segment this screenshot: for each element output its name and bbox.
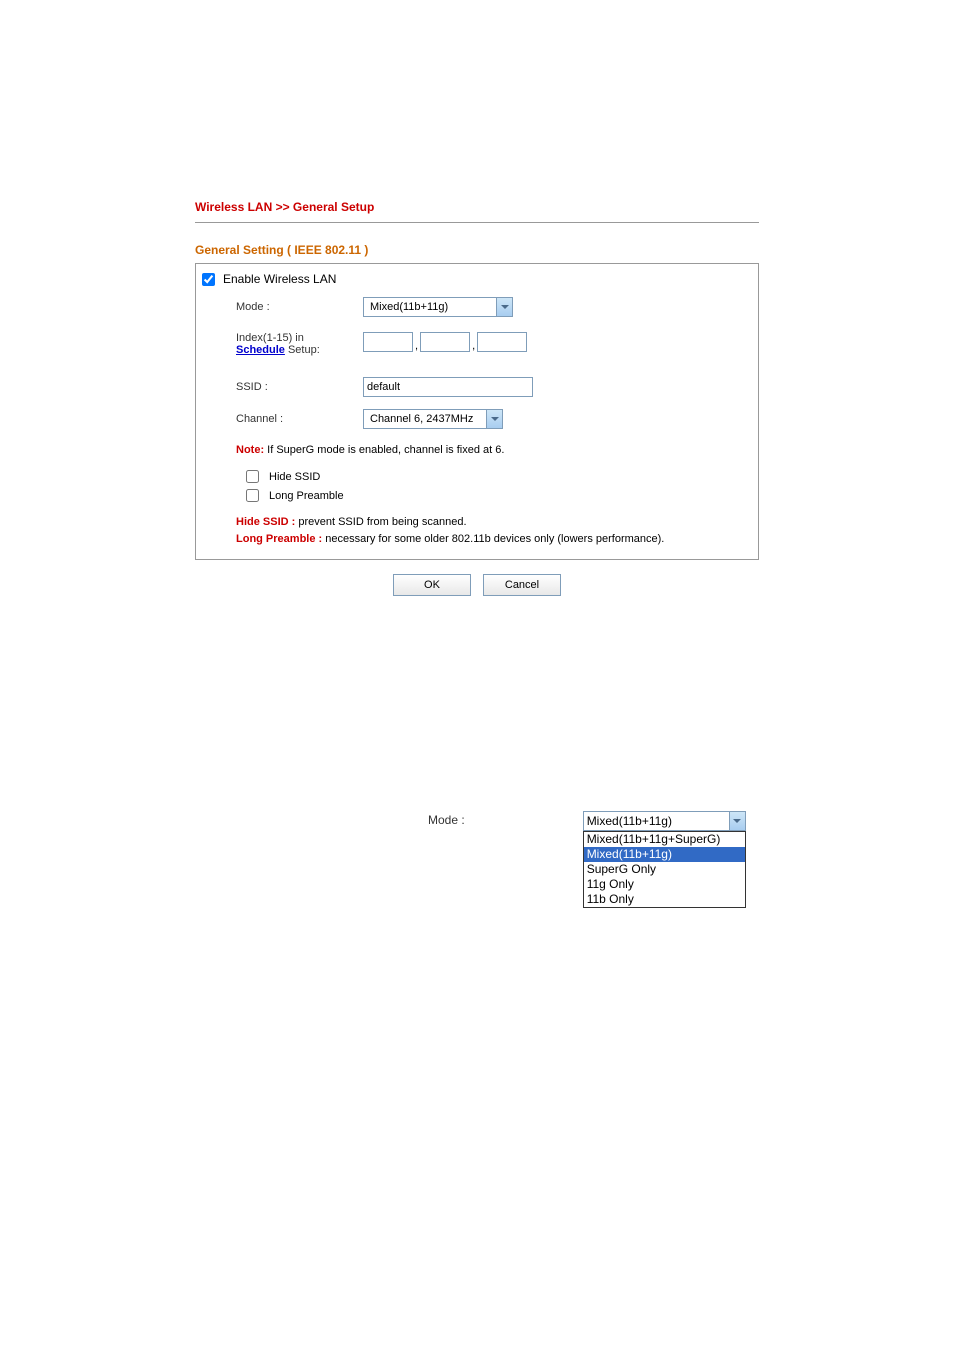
hide-ssid-desc-label: Hide SSID : [236,516,295,528]
divider [195,222,759,223]
mode-option[interactable]: Mixed(11b+11g+SuperG) [584,832,745,847]
note-text: If SuperG mode is enabled, channel is fi… [264,444,504,456]
mode-option[interactable]: SuperG Only [584,862,745,877]
ssid-label: SSID : [208,381,363,393]
lower-mode-label: Mode : [428,813,465,827]
hide-ssid-label: Hide SSID [269,471,320,483]
index-input-3[interactable] [477,332,527,352]
long-preamble-desc-text: necessary for some older 802.11b devices… [322,533,664,545]
index-label: Index(1-15) in Schedule Setup: [208,332,363,356]
long-preamble-desc-label: Long Preamble : [236,533,322,545]
channel-select-wrapper[interactable]: Channel 6, 2437MHz [363,409,503,429]
mode-dropdown-display[interactable]: Mixed(11b+11g) [583,811,746,831]
section-title: General Setting ( IEEE 802.11 ) [195,243,759,257]
channel-label: Channel : [208,413,363,425]
note-label: Note: [236,444,264,456]
index-input-2[interactable] [420,332,470,352]
long-preamble-checkbox[interactable] [246,489,259,502]
mode-option[interactable]: 11g Only [584,877,745,892]
settings-panel: Enable Wireless LAN Mode : Mixed(11b+11g… [195,263,759,560]
mode-option[interactable]: Mixed(11b+11g) [584,847,745,862]
mode-select[interactable]: Mixed(11b+11g) [363,297,513,317]
note-row: Note: If SuperG mode is enabled, channel… [208,444,746,456]
hide-ssid-desc-text: prevent SSID from being scanned. [295,516,466,528]
ssid-input[interactable] [363,377,533,397]
hide-ssid-checkbox[interactable] [246,470,259,483]
mode-option[interactable]: 11b Only [584,892,745,907]
enable-wireless-checkbox[interactable] [202,273,215,286]
breadcrumb: Wireless LAN >> General Setup [195,200,759,214]
mode-dropdown-selected-text: Mixed(11b+11g) [584,814,672,828]
schedule-link[interactable]: Schedule [236,344,285,356]
enable-wireless-label: Enable Wireless LAN [223,272,336,286]
ok-button[interactable]: OK [393,574,471,596]
description-block: Hide SSID : prevent SSID from being scan… [208,514,746,547]
long-preamble-label: Long Preamble [269,490,344,502]
mode-select-wrapper[interactable]: Mixed(11b+11g) [363,297,513,317]
chevron-down-icon [729,812,745,830]
mode-dropdown-list: Mixed(11b+11g+SuperG) Mixed(11b+11g) Sup… [583,831,746,908]
mode-label: Mode : [208,301,363,313]
cancel-button[interactable]: Cancel [483,574,561,596]
index-input-1[interactable] [363,332,413,352]
mode-dropdown-expanded[interactable]: Mixed(11b+11g) Mixed(11b+11g+SuperG) Mix… [583,811,746,908]
channel-select[interactable]: Channel 6, 2437MHz [363,409,503,429]
